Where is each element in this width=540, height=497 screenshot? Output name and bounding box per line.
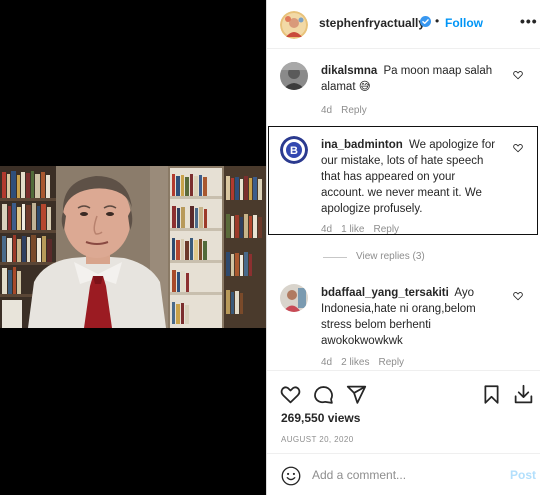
comment-age: 4d bbox=[321, 357, 333, 368]
author-username[interactable]: stephenfryactually bbox=[319, 16, 425, 30]
like-comment-heart-icon[interactable] bbox=[513, 70, 523, 80]
like-comment-heart-icon[interactable] bbox=[513, 291, 523, 301]
add-comment-bar: Post bbox=[267, 453, 540, 497]
separator-dot: • bbox=[435, 14, 440, 28]
author-avatar[interactable] bbox=[280, 11, 308, 39]
download-icon[interactable] bbox=[513, 384, 534, 405]
more-options-icon[interactable]: ••• bbox=[520, 13, 538, 29]
commenter-avatar[interactable] bbox=[280, 284, 308, 312]
comment-age: 4d bbox=[321, 224, 333, 235]
comment-meta: 4d Reply bbox=[321, 105, 376, 116]
post-date: AUGUST 20, 2020 bbox=[281, 435, 354, 444]
bookmark-icon[interactable] bbox=[481, 384, 502, 405]
comment-likes[interactable]: 1 like bbox=[341, 224, 364, 235]
comment-body: ina_badminton We apologize for our mista… bbox=[321, 137, 501, 217]
video-player[interactable] bbox=[0, 0, 266, 495]
heart-icon[interactable] bbox=[280, 384, 301, 405]
verified-icon bbox=[420, 16, 431, 27]
post-header: stephenfryactually • Follow ••• bbox=[267, 0, 540, 49]
post-actions-section: 269,550 views AUGUST 20, 2020 Post bbox=[267, 370, 540, 496]
video-still bbox=[0, 166, 266, 328]
add-comment-input[interactable] bbox=[312, 465, 492, 485]
views-count: 269,550 views bbox=[281, 411, 361, 425]
post-comment-button[interactable]: Post bbox=[510, 468, 536, 482]
post-side-panel: stephenfryactually • Follow ••• dikalsmn… bbox=[266, 0, 540, 495]
comment-meta: 4d 1 like Reply bbox=[321, 224, 408, 235]
view-replies-button[interactable]: View replies (3) bbox=[356, 251, 425, 262]
reply-button[interactable]: Reply bbox=[373, 224, 399, 235]
view-replies-line bbox=[323, 257, 347, 258]
commenter-username[interactable]: bdaffaal_yang_tersakiti bbox=[321, 287, 449, 299]
commenter-username[interactable]: dikalsmna bbox=[321, 65, 377, 77]
video-frame[interactable] bbox=[0, 166, 266, 328]
svg-text:B: B bbox=[290, 145, 298, 157]
follow-button[interactable]: Follow bbox=[445, 16, 483, 30]
like-comment-heart-icon[interactable] bbox=[513, 143, 523, 153]
comment-likes[interactable]: 2 likes bbox=[341, 357, 369, 368]
reply-button[interactable]: Reply bbox=[378, 357, 404, 368]
comment-body: dikalsmna Pa moon maap salah alamat 😅 bbox=[321, 63, 501, 95]
commenter-avatar[interactable]: B bbox=[280, 136, 308, 164]
reply-button[interactable]: Reply bbox=[341, 105, 367, 116]
comment-icon[interactable] bbox=[313, 384, 334, 405]
commenter-avatar[interactable] bbox=[280, 62, 308, 90]
commenter-username[interactable]: ina_badminton bbox=[321, 139, 403, 151]
comment-body: bdaffaal_yang_tersakiti Ayo Indonesia,ha… bbox=[321, 285, 501, 349]
comment-meta: 4d 2 likes Reply bbox=[321, 357, 413, 368]
comment-age: 4d bbox=[321, 105, 333, 116]
share-icon[interactable] bbox=[346, 384, 367, 405]
emoji-icon[interactable] bbox=[281, 466, 301, 486]
